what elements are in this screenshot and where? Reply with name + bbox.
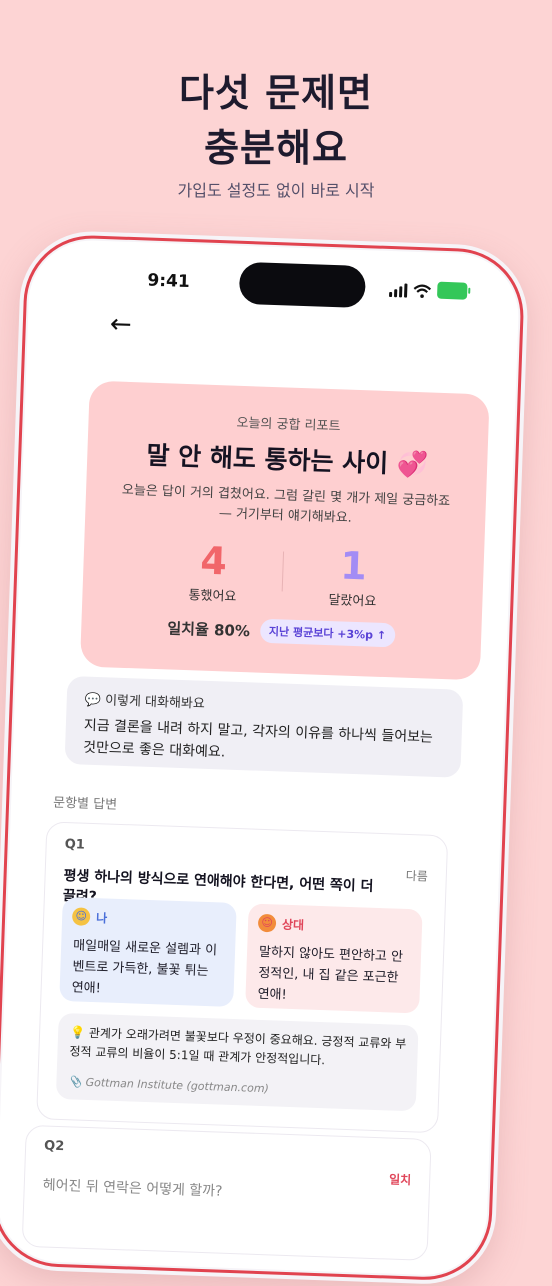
rate-delta-badge: 지난 평균보다 +3%p ↑ xyxy=(259,618,396,648)
question-result-tag: 일치 xyxy=(388,1172,412,1188)
my-answer-label: 나 xyxy=(95,910,108,926)
my-answer-card: ☺ 나 매일매일 새로운 설렘과 이벤트로 가득한, 불꽃 튀는 연애! xyxy=(59,896,237,1007)
question-number: Q2 xyxy=(43,1138,65,1155)
partner-answer-label: 상대 xyxy=(281,917,305,932)
compatibility-report-card: 오늘의 궁합 리포트 말 안 해도 통하는 사이 💞 오늘은 답이 거의 겹쳤어… xyxy=(79,380,490,681)
battery-icon xyxy=(436,281,468,300)
partner-answer-text: 말하지 않아도 편안하고 안정적인, 내 집 같은 포근한 연애! xyxy=(257,944,404,1003)
fact-text: 💡 관계가 오래가려면 불꽃보다 우정이 중요해요. 긍정적 교류와 부정적 교… xyxy=(69,1025,407,1068)
match-rate: 일치율 80% xyxy=(167,618,251,640)
conversation-tip-card: 💬 이렇게 대화해봐요 지금 결론을 내려 하지 말고, 각자의 이유를 하나씩… xyxy=(64,675,464,778)
report-description: 오늘은 답이 거의 겹쳤어요. 그럼 갈린 몇 개가 제일 궁금하죠 — 거기부… xyxy=(121,482,451,526)
partner-answer-card: ☺ 상대 말하지 않아도 편안하고 안정적인, 내 집 같은 포근한 연애! xyxy=(245,903,423,1014)
matched-label: 통했어요 xyxy=(188,588,237,605)
research-fact-box: 💡 관계가 오래가려면 불꽃보다 우정이 중요해요. 긍정적 교류와 부정적 교… xyxy=(55,1012,419,1112)
signal-icon xyxy=(389,283,408,298)
my-avatar-icon: ☺ xyxy=(71,907,91,926)
dynamic-island xyxy=(238,261,367,309)
report-stats: 4 통했어요 1 달랐어요 xyxy=(82,536,484,610)
wifi-icon xyxy=(413,284,432,298)
my-answer-text: 매일매일 새로운 설렘과 이벤트로 가득한, 불꽃 튀는 연애! xyxy=(71,938,218,997)
subtitle: 가입도 설정도 없이 바로 시작 xyxy=(177,181,375,200)
question-result-tag: 다름 xyxy=(405,868,429,884)
fact-source[interactable]: 📎 Gottman Institute (gottman.com) xyxy=(68,1075,269,1095)
report-kicker: 오늘의 궁합 리포트 xyxy=(236,415,341,435)
partner-answer-header: ☺ 상대 xyxy=(257,913,305,934)
differed-label: 달랐어요 xyxy=(328,593,377,610)
status-icons xyxy=(389,281,468,300)
question-text: 헤어진 뒤 연락은 어떻게 할까? xyxy=(42,1177,223,1200)
answers-section-label: 문항별 답변 xyxy=(52,795,118,813)
back-arrow-icon[interactable]: ← xyxy=(109,309,132,340)
differed-count: 1 xyxy=(339,543,368,589)
question-card-q1[interactable]: Q1 다름 평생 하나의 방식으로 연애해야 한다면, 어떤 쪽이 더 끌려? … xyxy=(36,821,449,1134)
status-time: 9:41 xyxy=(147,270,191,293)
headline-line-1: 다섯 문제면 xyxy=(178,71,374,115)
question-card-q2[interactable]: Q2 일치 헤어진 뒤 연락은 어떻게 할까? xyxy=(21,1124,432,1261)
matched-count: 4 xyxy=(199,538,228,584)
headline-line-2: 충분해요 xyxy=(204,126,348,170)
my-answer-header: ☺ 나 xyxy=(71,907,108,926)
matched-stat: 4 통했어요 xyxy=(142,539,284,607)
question-number: Q1 xyxy=(64,836,86,853)
tip-body: 지금 결론을 내려 하지 말고, 각자의 이유를 하나씩 들어보는 것만으로 좋… xyxy=(82,717,434,761)
differed-stat: 1 달랐어요 xyxy=(282,543,424,611)
tip-header: 💬 이렇게 대화해봐요 xyxy=(84,692,206,712)
phone-mockup: 9:41 ← 오늘의 궁합 리포트 말 안 해도 통하는 사이 💞 오늘은 답이… xyxy=(0,229,530,1286)
partner-avatar-icon: ☺ xyxy=(257,913,277,933)
phone-screen: 9:41 ← 오늘의 궁합 리포트 말 안 해도 통하는 사이 💞 오늘은 답이… xyxy=(0,238,521,1277)
match-rate-row: 일치율 80% 지난 평균보다 +3%p ↑ xyxy=(81,612,482,650)
report-title: 말 안 해도 통하는 사이 💞 xyxy=(146,440,429,480)
